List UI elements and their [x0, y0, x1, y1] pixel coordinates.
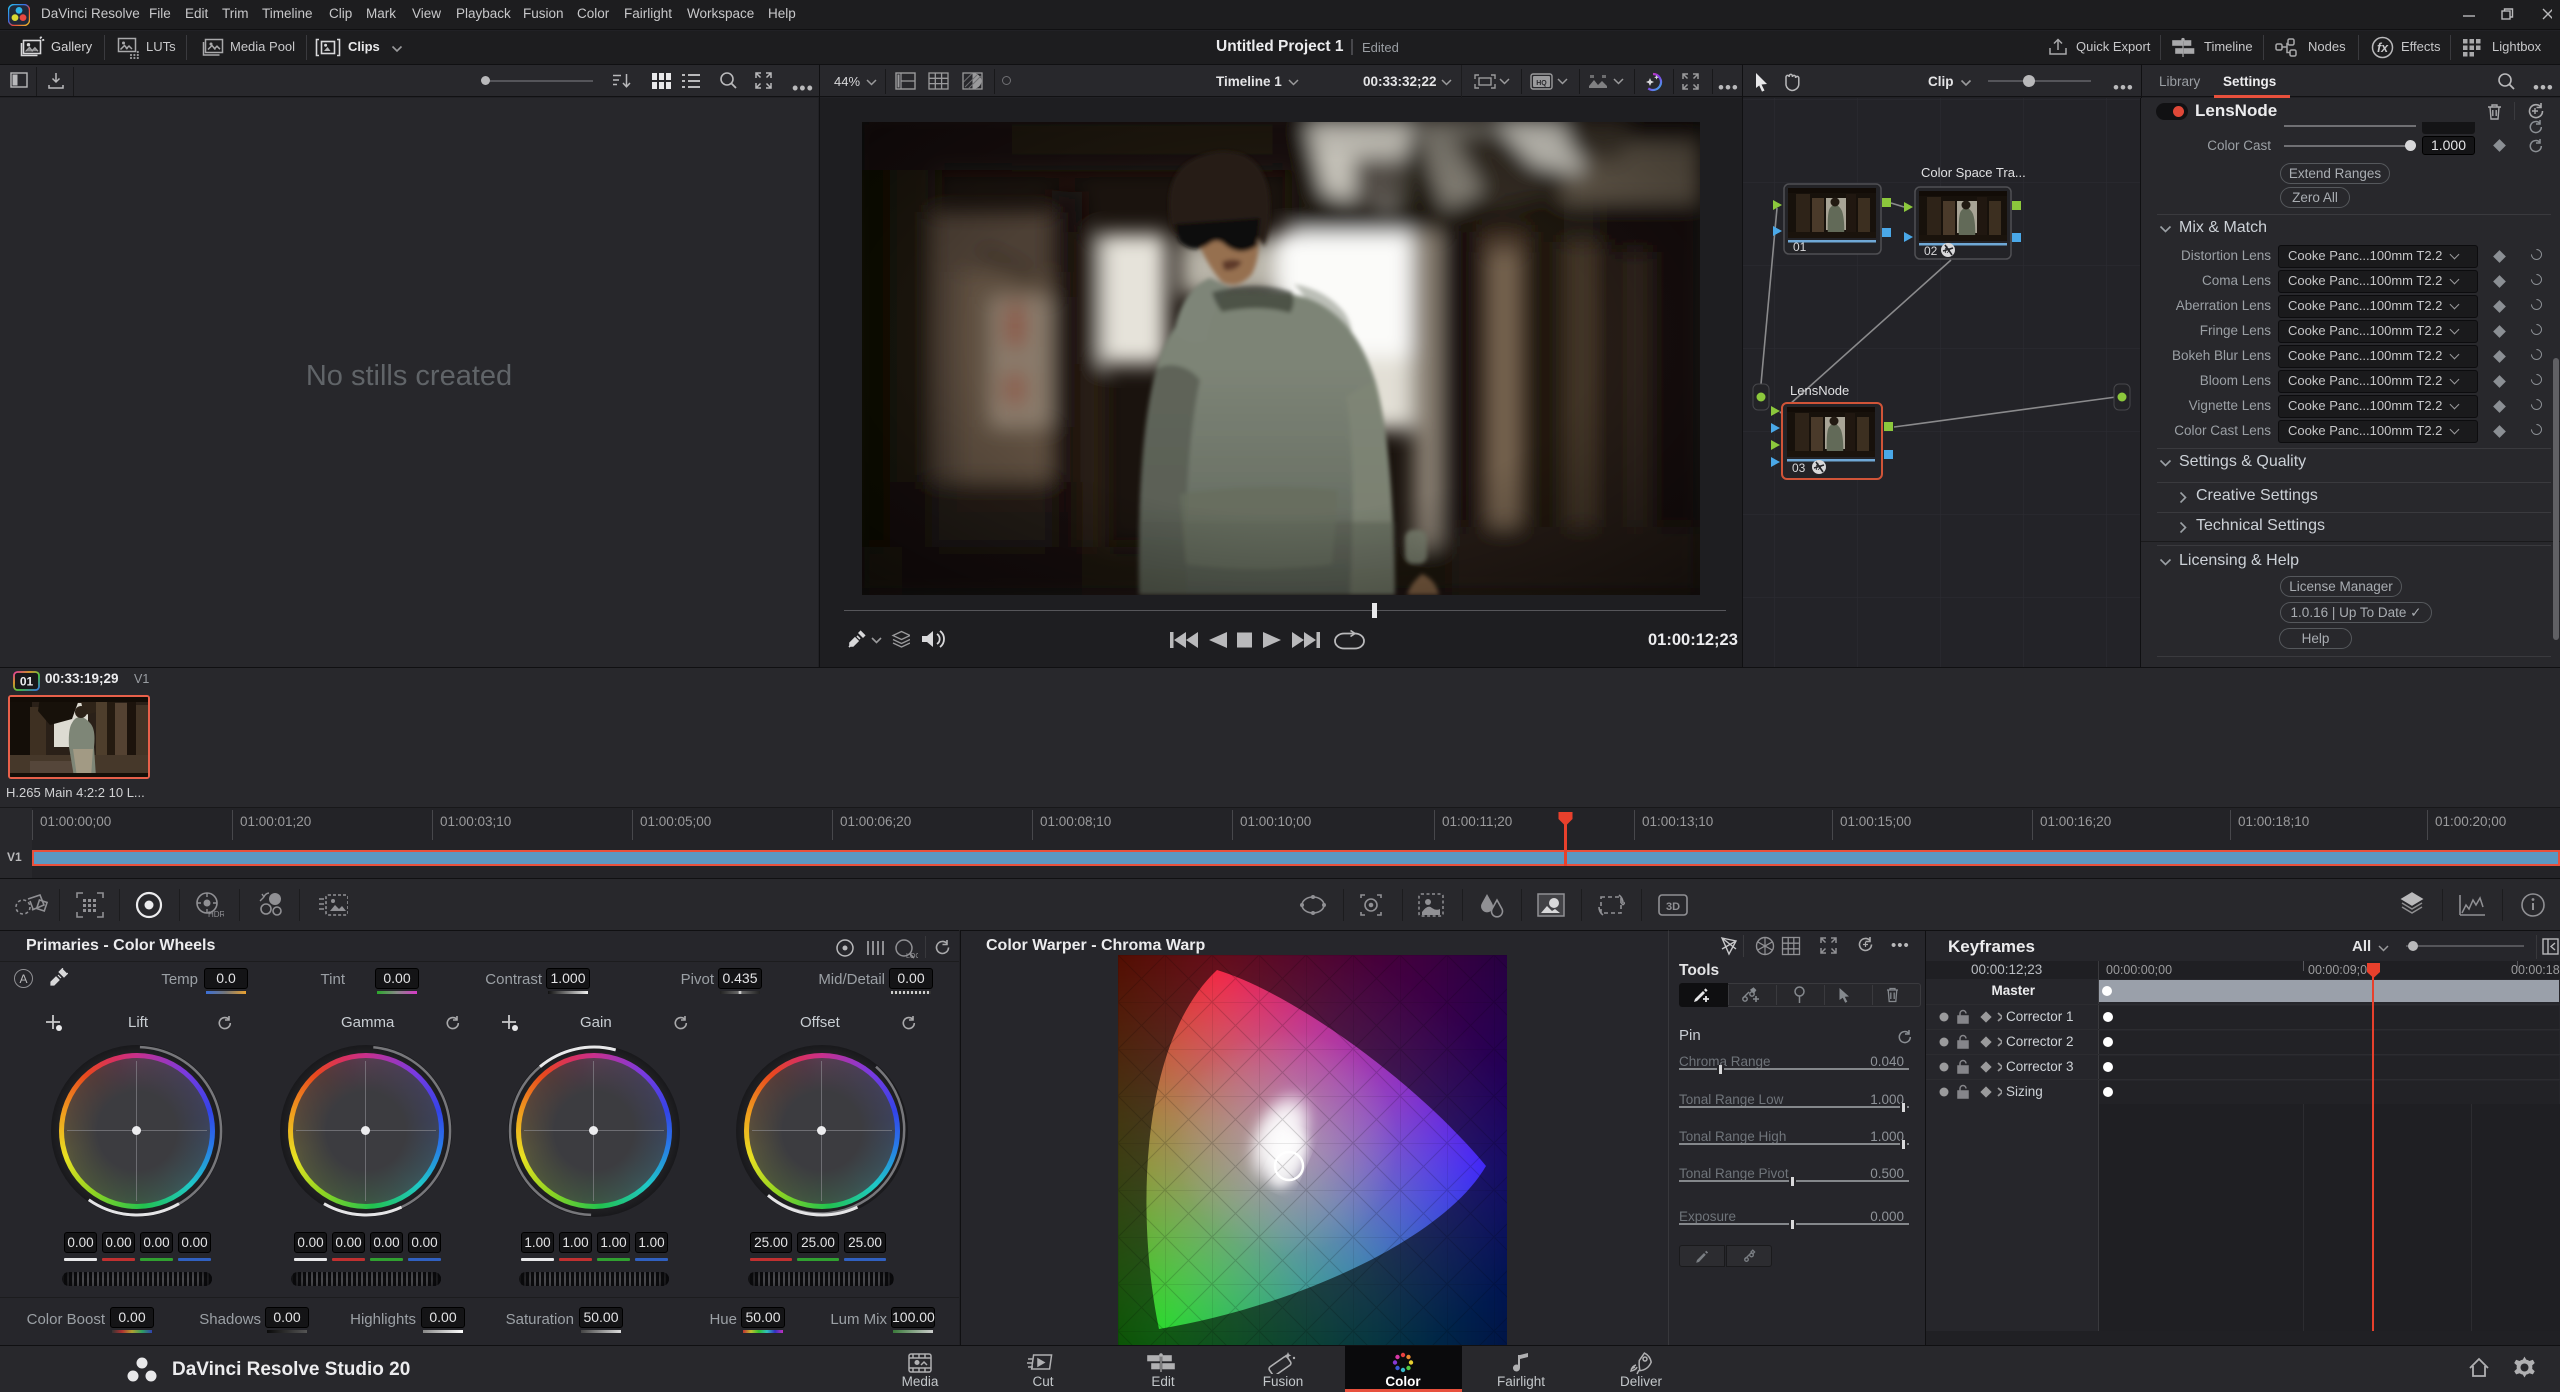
svg-text:01:00:15;00: 01:00:15;00 [1840, 814, 1911, 829]
svg-text:01:00:10;00: 01:00:10;00 [1240, 814, 1311, 829]
svg-text:LensNode: LensNode [1790, 383, 1849, 398]
svg-text:01:00:16;20: 01:00:16;20 [2040, 814, 2111, 829]
svg-text:03: 03 [1792, 461, 1806, 475]
svg-text:01:00:11;20: 01:00:11;20 [1442, 814, 1512, 829]
svg-text:01:00:05;00: 01:00:05;00 [640, 814, 711, 829]
svg-text:01:00:00;00: 01:00:00;00 [40, 814, 111, 829]
svg-text:01:00:08;10: 01:00:08;10 [1040, 814, 1111, 829]
svg-text:01:00:18;10: 01:00:18;10 [2238, 814, 2309, 829]
svg-text:01: 01 [1793, 240, 1807, 254]
svg-text:01:00:06;20: 01:00:06;20 [840, 814, 911, 829]
svg-text:01:00:13;10: 01:00:13;10 [1642, 814, 1713, 829]
svg-text:01:00:20;00: 01:00:20;00 [2435, 814, 2506, 829]
svg-text:Color Space Tra...: Color Space Tra... [1921, 165, 2026, 180]
svg-text:01:00:03;10: 01:00:03;10 [440, 814, 511, 829]
svg-text:01:00:01;20: 01:00:01;20 [240, 814, 311, 829]
svg-text:3D: 3D [1666, 901, 1680, 913]
svg-text:02: 02 [1924, 244, 1938, 258]
svg-text:01: 01 [20, 675, 34, 689]
svg-text:HDR: HDR [208, 910, 224, 919]
svg-text:fx: fx [2377, 41, 2389, 55]
svg-text:HQ: HQ [1536, 80, 1547, 87]
svg-text:LOG: LOG [906, 953, 918, 959]
